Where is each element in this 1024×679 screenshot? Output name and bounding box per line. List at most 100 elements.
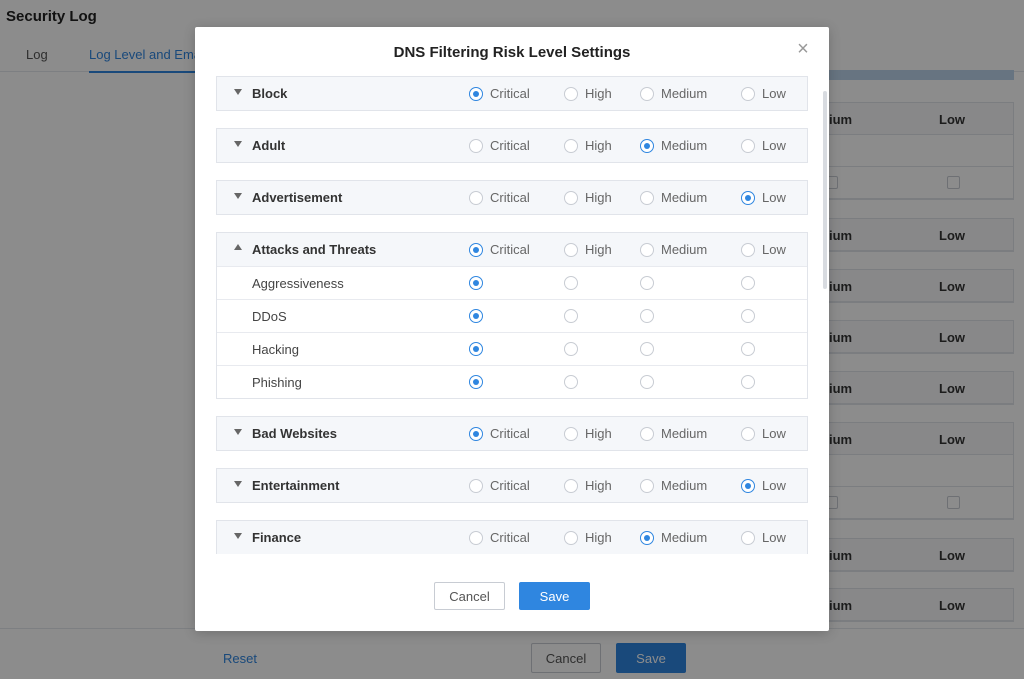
save-button[interactable]: Save <box>519 582 590 610</box>
radio-button[interactable] <box>469 530 483 545</box>
category-group-adult: Adult Critical High Medium Low <box>216 128 808 163</box>
category-header[interactable]: Block Critical High Medium Low <box>217 77 807 110</box>
expand-arrow-icon[interactable] <box>234 481 242 487</box>
radio-label: High <box>585 242 612 257</box>
radio-option-low[interactable]: Low <box>741 86 786 101</box>
radio-button[interactable] <box>741 190 755 205</box>
radio-button-high[interactable] <box>564 309 578 323</box>
radio-option-medium[interactable]: Medium <box>640 86 707 101</box>
radio-option-low[interactable]: Low <box>741 426 786 441</box>
scrollbar[interactable] <box>823 91 827 289</box>
radio-option-high[interactable]: High <box>564 190 612 205</box>
category-header[interactable]: Bad Websites Critical High Medium Low <box>217 417 807 450</box>
radio-button[interactable] <box>640 426 654 441</box>
radio-button[interactable] <box>469 478 483 493</box>
radio-button-high[interactable] <box>564 375 578 389</box>
radio-button[interactable] <box>469 138 483 153</box>
radio-button[interactable] <box>564 86 578 101</box>
radio-button[interactable] <box>640 138 654 153</box>
expand-arrow-icon[interactable] <box>234 193 242 199</box>
radio-button[interactable] <box>640 530 654 545</box>
cancel-button[interactable]: Cancel <box>434 582 505 610</box>
radio-button-low[interactable] <box>741 309 755 323</box>
category-header[interactable]: Attacks and Threats Critical High Medium Low <box>217 233 807 266</box>
radio-option-critical[interactable]: Critical <box>469 426 530 441</box>
radio-button[interactable] <box>564 242 578 257</box>
radio-button[interactable] <box>741 242 755 257</box>
close-icon[interactable]: × <box>793 39 813 59</box>
radio-button[interactable] <box>640 242 654 257</box>
radio-option-low[interactable]: Low <box>741 478 786 493</box>
radio-button-high[interactable] <box>564 342 578 356</box>
radio-button[interactable] <box>564 426 578 441</box>
radio-button-critical[interactable] <box>469 342 483 356</box>
radio-option-high[interactable]: High <box>564 426 612 441</box>
radio-button-low[interactable] <box>741 342 755 356</box>
radio-option-low[interactable]: Low <box>741 242 786 257</box>
radio-button[interactable] <box>564 138 578 153</box>
radio-label: High <box>585 478 612 493</box>
radio-button[interactable] <box>741 478 755 493</box>
category-header[interactable]: Adult Critical High Medium Low <box>217 129 807 162</box>
category-header[interactable]: Entertainment Critical High Medium Low <box>217 469 807 502</box>
radio-button[interactable] <box>640 86 654 101</box>
category-header[interactable]: Finance Critical High Medium Low <box>217 521 807 554</box>
category-group-finance: Finance Critical High Medium Low <box>216 520 808 554</box>
radio-label: Medium <box>661 242 708 257</box>
radio-button-medium[interactable] <box>640 375 654 389</box>
radio-option-high[interactable]: High <box>564 242 612 257</box>
radio-button-medium[interactable] <box>640 342 654 356</box>
radio-button[interactable] <box>469 242 483 257</box>
radio-option-medium[interactable]: Medium <box>640 426 707 441</box>
radio-option-critical[interactable]: Critical <box>469 530 530 545</box>
radio-option-medium[interactable]: Medium <box>640 190 707 205</box>
expand-arrow-icon[interactable] <box>234 89 242 95</box>
radio-button-critical[interactable] <box>469 375 483 389</box>
radio-label: Low <box>762 426 786 441</box>
radio-option-high[interactable]: High <box>564 138 612 153</box>
expand-arrow-icon[interactable] <box>234 141 242 147</box>
radio-button[interactable] <box>469 86 483 101</box>
radio-label: High <box>585 190 612 205</box>
radio-button[interactable] <box>741 138 755 153</box>
radio-button-critical[interactable] <box>469 276 483 290</box>
radio-button-low[interactable] <box>741 375 755 389</box>
radio-button[interactable] <box>469 426 483 441</box>
category-header[interactable]: Advertisement Critical High Medium Low <box>217 181 807 214</box>
radio-option-medium[interactable]: Medium <box>640 530 707 545</box>
radio-option-critical[interactable]: Critical <box>469 242 530 257</box>
radio-option-low[interactable]: Low <box>741 530 786 545</box>
radio-button-low[interactable] <box>741 276 755 290</box>
radio-button[interactable] <box>564 478 578 493</box>
radio-option-medium[interactable]: Medium <box>640 478 707 493</box>
radio-button[interactable] <box>640 190 654 205</box>
radio-button[interactable] <box>640 478 654 493</box>
radio-button[interactable] <box>741 530 755 545</box>
radio-option-high[interactable]: High <box>564 86 612 101</box>
radio-label: High <box>585 86 612 101</box>
radio-option-critical[interactable]: Critical <box>469 190 530 205</box>
expand-arrow-icon[interactable] <box>234 533 242 539</box>
radio-option-high[interactable]: High <box>564 530 612 545</box>
radio-button[interactable] <box>564 190 578 205</box>
radio-button-medium[interactable] <box>640 309 654 323</box>
radio-option-high[interactable]: High <box>564 478 612 493</box>
radio-button[interactable] <box>469 190 483 205</box>
subcategory-row-aggressiveness: Aggressiveness <box>217 266 807 299</box>
radio-option-critical[interactable]: Critical <box>469 86 530 101</box>
radio-button[interactable] <box>741 426 755 441</box>
radio-button-critical[interactable] <box>469 309 483 323</box>
radio-button[interactable] <box>741 86 755 101</box>
radio-option-critical[interactable]: Critical <box>469 138 530 153</box>
subcategory-name: Hacking <box>252 342 299 357</box>
radio-option-critical[interactable]: Critical <box>469 478 530 493</box>
collapse-arrow-icon[interactable] <box>234 244 242 250</box>
radio-button-high[interactable] <box>564 276 578 290</box>
radio-option-medium[interactable]: Medium <box>640 242 707 257</box>
radio-button[interactable] <box>564 530 578 545</box>
radio-option-low[interactable]: Low <box>741 138 786 153</box>
radio-button-medium[interactable] <box>640 276 654 290</box>
radio-option-medium[interactable]: Medium <box>640 138 707 153</box>
expand-arrow-icon[interactable] <box>234 429 242 435</box>
radio-option-low[interactable]: Low <box>741 190 786 205</box>
